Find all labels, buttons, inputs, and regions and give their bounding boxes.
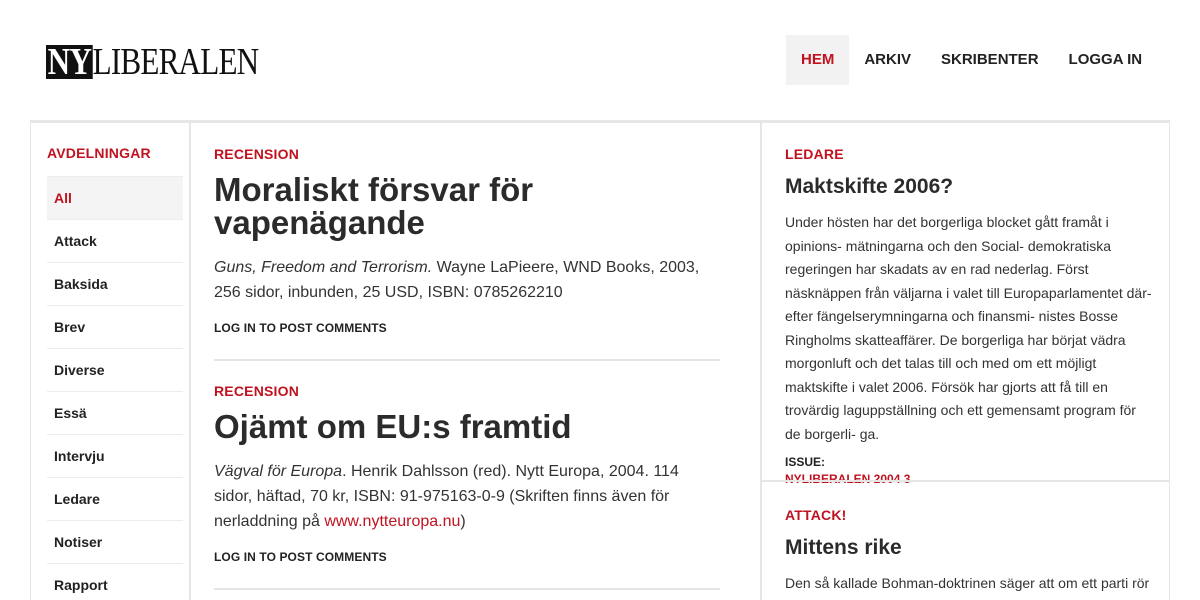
site-header: NY LIBERALEN HEM ARKIV SKRIBENTER LOGGA I… — [0, 0, 1200, 120]
editorial-kicker[interactable]: LEDARE — [785, 146, 1155, 162]
sidebar-item-rapport[interactable]: Rapport — [47, 563, 183, 600]
article-1-login-comment-link[interactable]: LOG IN TO POST COMMENTS — [214, 321, 720, 335]
right-column: LEDARE Maktskifte 2006? Under hösten har… — [760, 123, 1170, 600]
nav-logga-in[interactable]: LOGGA IN — [1054, 35, 1158, 85]
issue-label: ISSUE: — [785, 455, 826, 469]
article-2-title[interactable]: Ojämt om EU:s framtid — [214, 410, 720, 443]
editorial-block: LEDARE Maktskifte 2006? Under hösten har… — [785, 146, 1155, 486]
main-content: RECENSION Moraliskt försvar för vapenäga… — [191, 123, 760, 600]
issue-link[interactable]: NYLIBERALEN 2004 3 — [785, 472, 1155, 486]
article-1-book-title: Guns, Freedom and Terrorism. — [214, 259, 433, 276]
article-1-summary: Guns, Freedom and Terrorism. Wayne LaPie… — [214, 255, 720, 305]
sidebar: AVDELNINGAR All Attack Baksida Brev Dive… — [30, 123, 191, 600]
article-2-download-link[interactable]: www.nytteuropa.nu — [324, 513, 460, 530]
article-2-summary: Vägval för Europa. Henrik Dahlsson (red)… — [214, 459, 720, 534]
sidebar-item-ledare[interactable]: Ledare — [47, 477, 183, 520]
sidebar-item-intervju[interactable]: Intervju — [47, 434, 183, 477]
article-1-title[interactable]: Moraliskt försvar för vapenägande — [214, 173, 720, 239]
sidebar-title: AVDELNINGAR — [47, 145, 151, 161]
attack-title[interactable]: Mittens rike — [785, 536, 1155, 560]
article-2-book-title: Vägval för Europa — [214, 463, 343, 480]
article-2-details-end: ) — [460, 513, 466, 530]
sidebar-item-baksida[interactable]: Baksida — [47, 262, 183, 305]
article-2-kicker[interactable]: RECENSION — [214, 383, 720, 399]
attack-kicker[interactable]: ATTACK! — [785, 507, 1155, 523]
logo-ny: NY — [46, 41, 93, 83]
main-nav: HEM ARKIV SKRIBENTER LOGGA IN — [786, 35, 1157, 85]
site-logo[interactable]: NY LIBERALEN — [46, 41, 260, 83]
article-1: RECENSION Moraliskt försvar för vapenäga… — [214, 146, 720, 335]
article-2-login-comment-link[interactable]: LOG IN TO POST COMMENTS — [214, 550, 720, 564]
nav-skribenter[interactable]: SKRIBENTER — [926, 35, 1054, 85]
article-divider — [214, 588, 720, 590]
sidebar-item-all[interactable]: All — [47, 176, 183, 219]
editorial-title[interactable]: Maktskifte 2006? — [785, 175, 1155, 199]
nav-hem[interactable]: HEM — [786, 35, 850, 85]
attack-text: Den så kallade Bohman-doktrinen säger at… — [785, 575, 1150, 600]
nav-arkiv[interactable]: ARKIV — [849, 35, 926, 85]
article-divider — [214, 359, 720, 361]
sidebar-item-notiser[interactable]: Notiser — [47, 520, 183, 563]
sidebar-list: All Attack Baksida Brev Diverse Essä Int… — [47, 176, 183, 600]
sidebar-item-brev[interactable]: Brev — [47, 305, 183, 348]
right-divider — [762, 480, 1170, 482]
sidebar-item-essa[interactable]: Essä — [47, 391, 183, 434]
article-1-kicker[interactable]: RECENSION — [214, 146, 720, 162]
attack-block: ATTACK! Mittens rike Den så kallade Bohm… — [785, 507, 1155, 600]
editorial-text: Under hösten har det borgerliga blocket … — [785, 214, 1152, 442]
logo-liberalen: LIBERALEN — [92, 41, 260, 83]
article-2: RECENSION Ojämt om EU:s framtid Vägval f… — [214, 383, 720, 564]
sidebar-item-attack[interactable]: Attack — [47, 219, 183, 262]
sidebar-item-diverse[interactable]: Diverse — [47, 348, 183, 391]
